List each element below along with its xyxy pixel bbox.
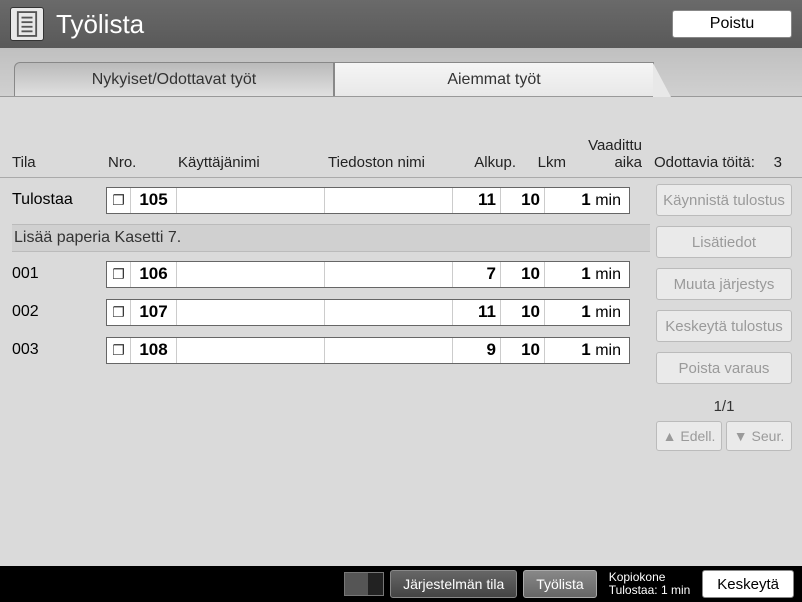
job-file xyxy=(325,338,453,363)
printing-row: Tulostaa ❐ 105 11 10 1 min xyxy=(12,184,650,216)
page-title: Työlista xyxy=(56,9,672,40)
job-count: 10 xyxy=(501,188,545,213)
next-page-button[interactable]: ▼ Seur. xyxy=(726,421,792,451)
job-user xyxy=(177,300,325,325)
col-orig: Alkup. xyxy=(456,154,516,171)
job-user xyxy=(177,338,325,363)
job-user xyxy=(177,188,325,213)
job-nro: 105 xyxy=(131,188,177,213)
status-printing: Tulostaa xyxy=(12,191,106,209)
titlebar: Työlista Poistu xyxy=(0,0,802,48)
content-area: Tila Nro. Käyttäjänimi Tiedoston nimi Al… xyxy=(0,97,802,597)
queue-status: 003 xyxy=(12,341,106,359)
job-orig: 9 xyxy=(453,338,501,363)
toner-icon xyxy=(344,572,384,596)
col-file: Tiedoston nimi xyxy=(328,154,456,171)
pager-position: 1/1 xyxy=(656,398,792,415)
job-orig: 11 xyxy=(453,188,501,213)
job-orig: 7 xyxy=(453,262,501,287)
job-list: Tulostaa ❐ 105 11 10 1 min Lisää paperia… xyxy=(0,178,650,451)
side-button-column: Käynnistä tulostus Lisätiedot Muuta järj… xyxy=(650,178,802,451)
job-file xyxy=(325,188,453,213)
job-nro: 107 xyxy=(131,300,177,325)
col-nro: Nro. xyxy=(108,154,178,171)
copy-icon: ❐ xyxy=(107,338,131,363)
tab-past-jobs[interactable]: Aiemmat työt xyxy=(334,62,654,96)
job-user xyxy=(177,262,325,287)
delete-reservation-button[interactable]: Poista varaus xyxy=(656,352,792,384)
col-count: Lkm xyxy=(516,154,566,171)
job-time: 1 min xyxy=(545,264,629,284)
reorder-button[interactable]: Muuta järjestys xyxy=(656,268,792,300)
queue-status: 002 xyxy=(12,303,106,321)
tab-current-jobs[interactable]: Nykyiset/Odottavat työt xyxy=(14,62,334,96)
job-row[interactable]: ❐108 9101 min xyxy=(106,337,630,364)
job-row[interactable]: ❐106 7101 min xyxy=(106,261,630,288)
job-time: 1 min xyxy=(545,340,629,360)
queue-row: 002❐107 11101 min xyxy=(12,296,650,328)
column-headers: Tila Nro. Käyttäjänimi Tiedoston nimi Al… xyxy=(0,97,802,178)
job-count: 10 xyxy=(501,262,545,287)
job-time: 1 min xyxy=(545,302,629,322)
job-nro: 108 xyxy=(131,338,177,363)
details-button[interactable]: Lisätiedot xyxy=(656,226,792,258)
job-count: 10 xyxy=(501,300,545,325)
waiting-label: Odottavia töitä: xyxy=(654,154,755,171)
waiting-count: 3 xyxy=(774,154,790,171)
copy-icon: ❐ xyxy=(107,300,131,325)
start-print-button[interactable]: Käynnistä tulostus xyxy=(656,184,792,216)
interrupt-button[interactable]: Keskeytä xyxy=(702,570,794,598)
job-count: 10 xyxy=(501,338,545,363)
queue-row: 001❐106 7101 min xyxy=(12,258,650,290)
footer-status-line2: Tulostaa: 1 min xyxy=(609,584,691,597)
job-orig: 11 xyxy=(453,300,501,325)
footer-status: Kopiokone Tulostaa: 1 min xyxy=(603,571,697,597)
message-bar: Lisää paperia Kasetti 7. xyxy=(12,224,650,252)
job-file xyxy=(325,262,453,287)
job-time: 1 min xyxy=(545,190,629,210)
waiting-header: Odottavia töitä: 3 xyxy=(648,154,790,171)
queue-row: 003❐108 9101 min xyxy=(12,334,650,366)
col-time: Vaadittu aika xyxy=(566,137,648,171)
copy-icon: ❐ xyxy=(107,188,131,213)
joblist-icon xyxy=(10,7,44,41)
tab-row: Nykyiset/Odottavat työt Aiemmat työt xyxy=(0,48,802,97)
copy-icon: ❐ xyxy=(107,262,131,287)
footer: Järjestelmän tila Työlista Kopiokone Tul… xyxy=(0,566,802,602)
col-status: Tila xyxy=(12,154,108,171)
job-row[interactable]: ❐107 11101 min xyxy=(106,299,630,326)
prev-page-button[interactable]: ▲ Edell. xyxy=(656,421,722,451)
job-nro: 106 xyxy=(131,262,177,287)
exit-button[interactable]: Poistu xyxy=(672,10,792,38)
joblist-button[interactable]: Työlista xyxy=(523,570,596,598)
job-row[interactable]: ❐ 105 11 10 1 min xyxy=(106,187,630,214)
col-user: Käyttäjänimi xyxy=(178,154,328,171)
system-status-button[interactable]: Järjestelmän tila xyxy=(390,570,517,598)
queue-status: 001 xyxy=(12,265,106,283)
pause-print-button[interactable]: Keskeytä tulostus xyxy=(656,310,792,342)
job-file xyxy=(325,300,453,325)
